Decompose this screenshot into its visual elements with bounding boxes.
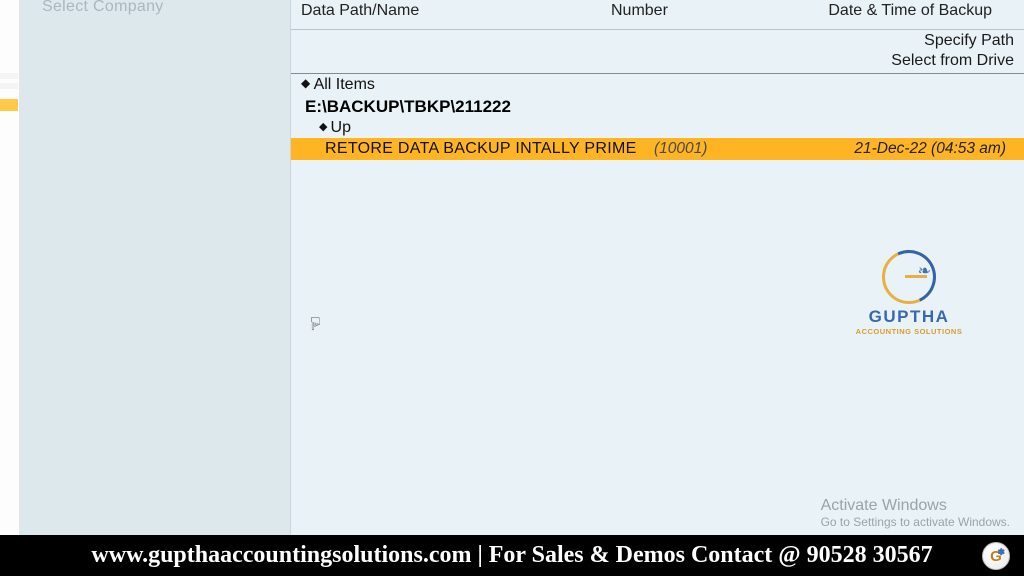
- banner-text: www.gupthaaccountingsolutions.com | For …: [91, 542, 932, 569]
- header-date: Date & Time of Backup: [828, 2, 992, 20]
- brand-sub: ACCOUNTING SOLUTIONS: [854, 327, 964, 336]
- selected-name: RETORE DATA BACKUP INTALLY PRIME: [325, 140, 637, 158]
- activate-title: Activate Windows: [821, 497, 1010, 515]
- action-select-from-drive[interactable]: Select from Drive: [891, 52, 1014, 70]
- column-headers: Data Path/Name Number Date & Time of Bac…: [291, 0, 1024, 30]
- row-current-path: E:\BACKUP\TBKP\211222: [291, 96, 1024, 118]
- selected-date: 21-Dec-22 (04:53 am): [854, 140, 1006, 158]
- brand-name: GUPTHA: [854, 307, 964, 327]
- banner-logo-icon: G✽: [982, 542, 1010, 570]
- selected-number: (10001): [654, 140, 707, 158]
- minor-line: [0, 73, 18, 79]
- action-specify-path[interactable]: Specify Path: [924, 32, 1014, 50]
- main-panel: Data Path/Name Number Date & Time of Bac…: [290, 0, 1024, 535]
- activate-sub: Go to Settings to activate Windows.: [821, 515, 1010, 529]
- brand-watermark: ❧ GUPTHA ACCOUNTING SOLUTIONS: [854, 250, 964, 336]
- app-window: Select Company Data Path/Name Number Dat…: [0, 0, 1024, 576]
- row-up[interactable]: Up: [291, 118, 1024, 138]
- sidebar: Select Company: [20, 0, 290, 535]
- header-data-path: Data Path/Name: [301, 2, 419, 20]
- brand-logo-icon: ❧: [882, 250, 936, 304]
- header-number: Number: [611, 2, 668, 20]
- activate-windows-notice: Activate Windows Go to Settings to activ…: [821, 497, 1010, 529]
- cursor-icon: ☟: [310, 314, 321, 335]
- minor-line: [0, 83, 18, 89]
- list-rows: All Items E:\BACKUP\TBKP\211222 Up RETOR…: [291, 74, 1024, 160]
- row-all-items[interactable]: All Items: [291, 74, 1024, 96]
- minor-highlight: [0, 99, 18, 111]
- far-left-strip: [0, 0, 20, 535]
- bottom-banner: www.gupthaaccountingsolutions.com | For …: [0, 535, 1024, 576]
- actions-block: Specify Path Select from Drive: [291, 30, 1024, 74]
- sidebar-dimmed-label: Select Company: [42, 0, 164, 16]
- row-selected-backup[interactable]: RETORE DATA BACKUP INTALLY PRIME (10001)…: [291, 138, 1024, 160]
